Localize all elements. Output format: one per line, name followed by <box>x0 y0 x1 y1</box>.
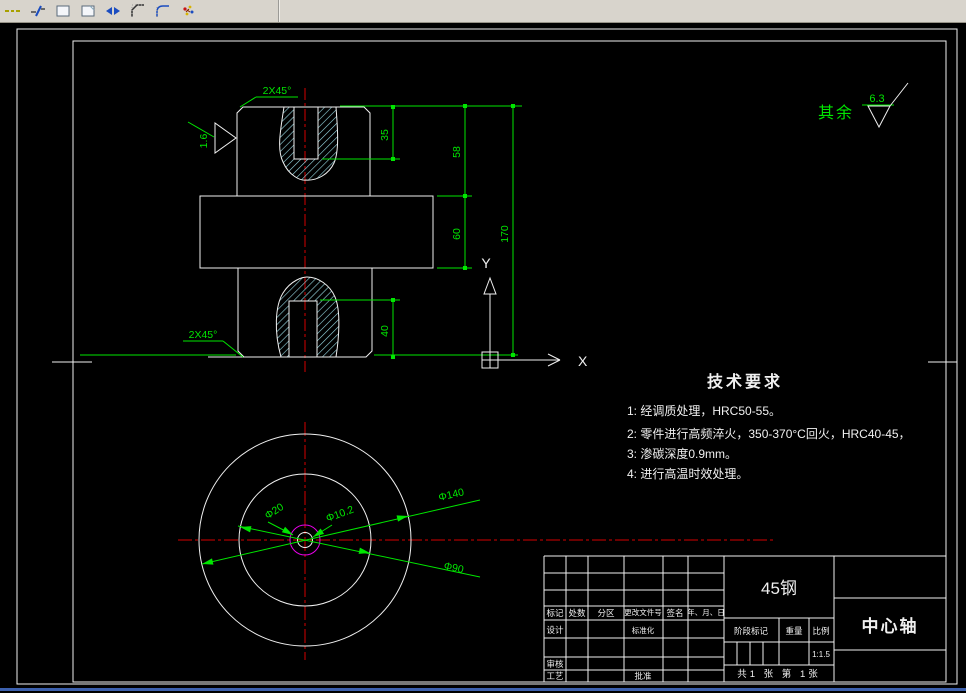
breakline-icon[interactable] <box>28 2 48 20</box>
chamfer-bottom-label: 2X45° <box>189 329 218 341</box>
dim-35: 35 <box>379 129 391 141</box>
row-process: 工艺 <box>546 671 563 681</box>
rectangle-icon[interactable] <box>53 2 73 20</box>
col-count: 处数 <box>568 608 586 618</box>
stage-mark-label: 阶段标记 <box>734 626 769 636</box>
col-zone: 分区 <box>597 608 615 618</box>
material-label: 45钢 <box>761 579 797 598</box>
weight-label: 重量 <box>785 626 803 636</box>
axis-x-label: X <box>578 353 588 369</box>
dim-58: 58 <box>451 146 463 158</box>
drawing-canvas[interactable]: 58 60 170 35 40 2X45° 2X45° 1.6 Y X Φ140… <box>0 24 966 688</box>
drawing-frame <box>16 28 958 685</box>
break-point-icon[interactable] <box>103 2 123 20</box>
technical-requirements: 技术要求 1: 经调质处理，HRC50-55。 2: 零件进行高频淬火，350-… <box>627 372 911 481</box>
scale-value: 1:1.5 <box>812 650 830 659</box>
dia-90: Φ90 <box>443 560 465 576</box>
row-approve: 批准 <box>634 671 652 681</box>
roughness-prefix: 其余 <box>818 103 854 122</box>
col-date: 年、月、日 <box>687 607 725 617</box>
tech-item-3: 3: 渗碳深度0.9mm。 <box>627 446 737 461</box>
chamfer-icon[interactable] <box>128 2 148 20</box>
col-signature: 签名 <box>666 608 683 618</box>
dim-170: 170 <box>499 225 511 243</box>
local-roughness-symbol <box>214 122 237 154</box>
row-design: 设计 <box>546 625 564 635</box>
sheet-info: 共1 张 第 1张 <box>737 668 821 680</box>
col-mark: 标记 <box>546 608 564 618</box>
front-view-dimensions <box>80 96 522 358</box>
cad-drawing: 58 60 170 35 40 2X45° 2X45° 1.6 Y X Φ140… <box>16 28 958 685</box>
chamfer-top-label: 2X45° <box>263 85 292 97</box>
dash-line-icon[interactable] <box>3 2 23 20</box>
col-change-doc: 更改文件号 <box>624 607 662 617</box>
dia-20: Φ20 <box>263 501 286 522</box>
axis-y-label: Y <box>481 255 491 271</box>
part-name: 中心轴 <box>862 616 919 636</box>
page-icon[interactable] <box>78 2 98 20</box>
row-review: 审核 <box>546 659 564 669</box>
roughness-value: 6.3 <box>869 93 884 105</box>
tech-item-1: 1: 经调质处理，HRC50-55。 <box>627 404 781 418</box>
tech-title: 技术要求 <box>707 372 783 391</box>
tech-item-2: 2: 零件进行高频淬火，350-370°C回火，HRC40-45， <box>627 426 911 441</box>
explode-icon[interactable] <box>178 2 198 20</box>
toolbar <box>0 0 966 23</box>
tech-item-4: 4: 进行高温时效处理。 <box>627 466 748 481</box>
title-block: 标记 处数 分区 更改文件号 签名 年、月、日 设计 标准化 审核 工艺 批准 … <box>543 555 946 682</box>
scale-label: 比例 <box>812 626 829 636</box>
dim-60: 60 <box>451 228 463 240</box>
dim-40: 40 <box>379 325 391 337</box>
general-roughness-note: 其余 6.3 <box>818 82 909 129</box>
top-slot-hatch <box>279 106 339 181</box>
row-standardization: 标准化 <box>632 625 655 635</box>
bottom-slot-hatch <box>275 276 340 358</box>
dia-10-2: Φ10.2 <box>324 504 355 525</box>
fillet-icon[interactable] <box>153 2 173 20</box>
local-roughness-value: 1.6 <box>198 134 210 149</box>
dia-140: Φ140 <box>437 486 465 504</box>
toolbar-panel <box>0 0 280 22</box>
front-view <box>199 88 434 372</box>
